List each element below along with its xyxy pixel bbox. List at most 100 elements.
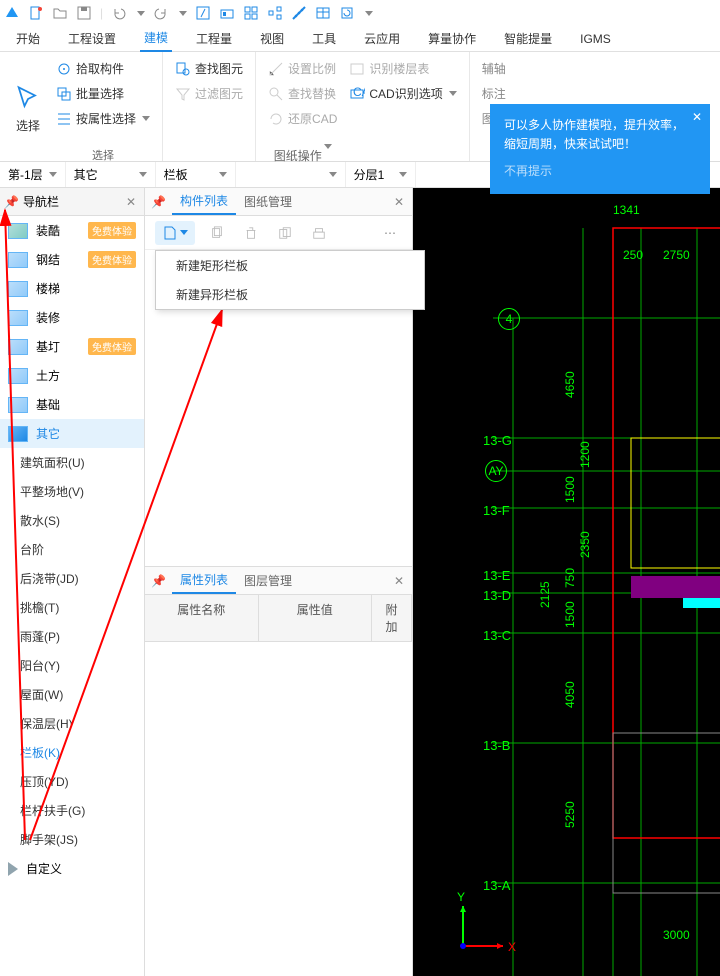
nav-cat-other[interactable]: 其它	[0, 419, 144, 448]
menu-new-rect[interactable]: 新建矩形栏板	[156, 251, 424, 280]
tab-collab[interactable]: 算量协作	[424, 26, 480, 51]
vdim-4: 750	[563, 568, 577, 588]
open-icon[interactable]	[52, 5, 68, 21]
delete-button[interactable]	[239, 221, 263, 245]
measure-icon[interactable]	[291, 5, 307, 21]
target-icon	[56, 61, 72, 77]
y-label: Y	[457, 890, 465, 904]
interlayer-button[interactable]	[307, 221, 331, 245]
tab-drawings[interactable]: 图纸管理	[236, 188, 300, 215]
find-element[interactable]: 查找图元	[173, 58, 245, 79]
refresh-icon[interactable]	[339, 5, 355, 21]
undo-dropdown[interactable]	[137, 11, 145, 16]
nav-cat-decor[interactable]: 装酷免费体验	[0, 216, 144, 245]
grid-icon[interactable]	[243, 5, 259, 21]
nav-cat-steel[interactable]: 钢结免费体验	[0, 245, 144, 274]
sub-coping[interactable]: 压顶(YD)	[0, 767, 144, 796]
vdim-6: 1500	[563, 601, 577, 628]
nav-cat-found[interactable]: 基础	[0, 390, 144, 419]
floor-select[interactable]: 第-1层	[0, 162, 66, 187]
sub-postcast[interactable]: 后浇带(JD)	[0, 564, 144, 593]
redo-icon[interactable]	[153, 5, 169, 21]
drawing-canvas[interactable]: 1341 250 2750 4 13-G AY 13-F 13-E 13-D 1…	[413, 188, 720, 976]
duplicate-button[interactable]	[273, 221, 297, 245]
other-icon	[8, 426, 28, 442]
scale-icon	[268, 61, 284, 77]
pin-icon[interactable]: 📌	[4, 195, 19, 209]
tooltip-dismiss-link[interactable]: 不再提示	[504, 162, 696, 181]
copy-icon	[210, 226, 224, 240]
category-select[interactable]: 其它	[66, 162, 156, 187]
copy-button[interactable]	[205, 221, 229, 245]
x-label: X	[508, 940, 516, 954]
layer-select[interactable]: 分层1	[346, 162, 416, 187]
dim-top-3: 2750	[663, 248, 690, 262]
nav-cat-custom[interactable]: 自定义	[0, 854, 144, 883]
nav-cat-earth[interactable]: 土方	[0, 361, 144, 390]
sub-area[interactable]: 建筑面积(U)	[0, 448, 144, 477]
component-pane: 📌 构件列表 图纸管理 ✕ ⋯ 新建矩形栏板 新建异形栏板 🔍 📌 属性列表 图…	[145, 188, 413, 976]
ribbon-tabs: 开始 工程设置 建模 工程量 视图 工具 云应用 算量协作 智能提量 IGMS	[0, 26, 720, 52]
annotation[interactable]: 标注	[480, 83, 508, 104]
tooltip-close[interactable]: ✕	[692, 108, 702, 127]
pick-component[interactable]: 拾取构件	[54, 58, 152, 79]
tab-components[interactable]: 构件列表	[172, 188, 236, 215]
cad-options[interactable]: CADCAD识别选项	[347, 83, 458, 104]
sub-rail[interactable]: 栏板(K)	[0, 738, 144, 767]
nav-cat-stair[interactable]: 楼梯	[0, 274, 144, 303]
tab-tools[interactable]: 工具	[308, 26, 340, 51]
tab-smart[interactable]: 智能提量	[500, 26, 556, 51]
mid-close[interactable]: ✕	[386, 195, 412, 209]
group-find: 查找图元 过滤图元	[163, 52, 256, 161]
sub-scatter[interactable]: 散水(S)	[0, 506, 144, 535]
new-component-button[interactable]	[155, 221, 195, 245]
redo-dropdown[interactable]	[179, 11, 187, 16]
save-icon[interactable]	[76, 5, 92, 21]
sub-roof[interactable]: 屋面(W)	[0, 680, 144, 709]
component-icon[interactable]	[219, 5, 235, 21]
pin-icon[interactable]: 📌	[145, 574, 172, 588]
sub-scaffold[interactable]: 脚手架(JS)	[0, 825, 144, 854]
undo-icon[interactable]	[111, 5, 127, 21]
tab-project[interactable]: 工程设置	[64, 26, 120, 51]
sub-step[interactable]: 台阶	[0, 535, 144, 564]
batch-select[interactable]: 批量选择	[54, 83, 152, 104]
component-toolbar: ⋯	[145, 216, 412, 250]
sub-handrail[interactable]: 栏杆扶手(G)	[0, 796, 144, 825]
region-icon[interactable]	[195, 5, 211, 21]
sub-balcony[interactable]: 阳台(Y)	[0, 651, 144, 680]
tab-igms[interactable]: IGMS	[576, 28, 615, 50]
pin-icon[interactable]: 📌	[145, 195, 172, 209]
sub-insul[interactable]: 保温层(H)	[0, 709, 144, 738]
sub-select[interactable]	[236, 162, 346, 187]
tab-quantity[interactable]: 工程量	[192, 26, 236, 51]
tab-props[interactable]: 属性列表	[172, 567, 236, 594]
tab-layers[interactable]: 图层管理	[236, 567, 300, 594]
nav-close[interactable]: ✕	[122, 195, 140, 209]
select-by-prop[interactable]: 按属性选择	[54, 108, 152, 129]
tab-start[interactable]: 开始	[12, 26, 44, 51]
aux-axis[interactable]: 辅轴	[480, 58, 508, 79]
type-select[interactable]: 栏板	[156, 162, 236, 187]
sub-level[interactable]: 平整场地(V)	[0, 477, 144, 506]
axis-13d: 13-D	[483, 588, 511, 603]
new-icon[interactable]	[28, 5, 44, 21]
prop-close[interactable]: ✕	[386, 574, 412, 588]
group-cad-label: 图纸操作	[266, 147, 339, 164]
menu-new-irreg[interactable]: 新建异形栏板	[156, 280, 424, 309]
sub-cornice[interactable]: 挑檐(T)	[0, 593, 144, 622]
select-button[interactable]: 选择	[6, 56, 50, 157]
tab-view[interactable]: 视图	[256, 26, 288, 51]
table-icon[interactable]	[315, 5, 331, 21]
more-tools[interactable]: ⋯	[378, 221, 402, 245]
explode-icon[interactable]	[267, 5, 283, 21]
nav-cat-finish[interactable]: 装修	[0, 303, 144, 332]
tab-model[interactable]: 建模	[140, 25, 172, 52]
nav-list[interactable]: 装酷免费体验 钢结免费体验 楼梯 装修 基圢免费体验 土方 基础 其它 建筑面积…	[0, 216, 144, 976]
prop-table-header: 属性名称 属性值 附加	[145, 595, 412, 642]
tab-cloud[interactable]: 云应用	[360, 26, 404, 51]
qat-more[interactable]	[365, 11, 373, 16]
sub-canopy[interactable]: 雨蓬(P)	[0, 622, 144, 651]
steel-icon	[8, 252, 28, 268]
nav-cat-pit[interactable]: 基圢免费体验	[0, 332, 144, 361]
